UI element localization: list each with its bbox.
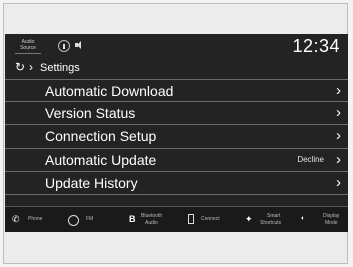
- menu-item-label: Automatic Update: [45, 151, 157, 168]
- menu-item-value: Decline: [297, 154, 324, 164]
- chevron-right-icon: ›: [336, 104, 341, 122]
- menu-item-automatic-download[interactable]: Automatic Download ›: [5, 79, 348, 103]
- settings-menu: Automatic Download › Version Status › Co…: [5, 79, 348, 195]
- display-mode-icon: ◐: [301, 215, 306, 222]
- bluetooth-label-line1: Bluetooth: [141, 213, 163, 219]
- status-bar: Audio Source 12:34: [5, 34, 348, 58]
- breadcrumb: ↻ › Settings: [5, 59, 348, 77]
- antenna-icon: [58, 40, 70, 52]
- phone-label: Phone: [28, 216, 43, 222]
- menu-item-label: Connection Setup: [45, 128, 157, 145]
- back-arrows-icon[interactable]: ↻: [15, 61, 25, 73]
- fm-label: FM: [86, 216, 94, 222]
- smart-label-line1: Smart: [267, 213, 281, 219]
- menu-item-label: Automatic Download: [45, 83, 174, 99]
- display-label-line1: Display: [323, 213, 340, 219]
- menu-item-connection-setup[interactable]: Connection Setup ›: [5, 125, 348, 149]
- menu-item-label: Version Status: [45, 105, 136, 122]
- menu-item-label: Update History: [45, 174, 138, 191]
- menu-item-update-history[interactable]: Update History ›: [5, 172, 348, 195]
- phone-shortcut-button[interactable]: ✆ Phone: [12, 212, 52, 228]
- bluetooth-label-line2: Audio: [145, 220, 158, 226]
- head-unit-screen: Audio Source 12:34 ↻ › Settings Automati…: [5, 34, 348, 232]
- chevron-right-icon: ›: [336, 82, 341, 99]
- bluetooth-icon: B: [129, 214, 136, 224]
- menu-item-automatic-update[interactable]: Automatic Update Decline ›: [5, 149, 348, 172]
- display-label-line2: Mode: [325, 220, 338, 226]
- smartphone-icon: [188, 214, 194, 224]
- shortcut-bar: ✆ Phone FM B Bluetooth Audio Connect ✦ S…: [5, 206, 348, 232]
- audio-source-label-line2: Source: [20, 45, 36, 51]
- chevron-right-icon: ›: [29, 60, 33, 74]
- speaker-icon: [75, 41, 81, 49]
- phone-icon: ✆: [12, 214, 20, 224]
- bluetooth-audio-shortcut-button[interactable]: B Bluetooth Audio: [129, 212, 179, 228]
- smart-label-line2: Shortcuts: [260, 220, 282, 226]
- smart-shortcuts-button[interactable]: ✦ Smart Shortcuts: [245, 212, 295, 228]
- connect-label: Connect: [201, 216, 220, 222]
- page-title: Settings: [40, 62, 80, 74]
- menu-item-version-status[interactable]: Version Status ›: [5, 102, 348, 126]
- smart-shortcuts-icon: ✦: [245, 214, 253, 224]
- audio-source-button[interactable]: Audio Source: [15, 39, 41, 54]
- chevron-right-icon: ›: [336, 173, 341, 191]
- chevron-right-icon: ›: [336, 127, 341, 145]
- clock: 12:34: [292, 36, 340, 56]
- display-mode-button[interactable]: ◐ Display Mode: [301, 212, 346, 228]
- chevron-right-icon: ›: [336, 150, 341, 168]
- connect-shortcut-button[interactable]: Connect: [188, 212, 228, 228]
- radio-icon: [68, 215, 79, 226]
- fm-shortcut-button[interactable]: FM: [68, 212, 108, 228]
